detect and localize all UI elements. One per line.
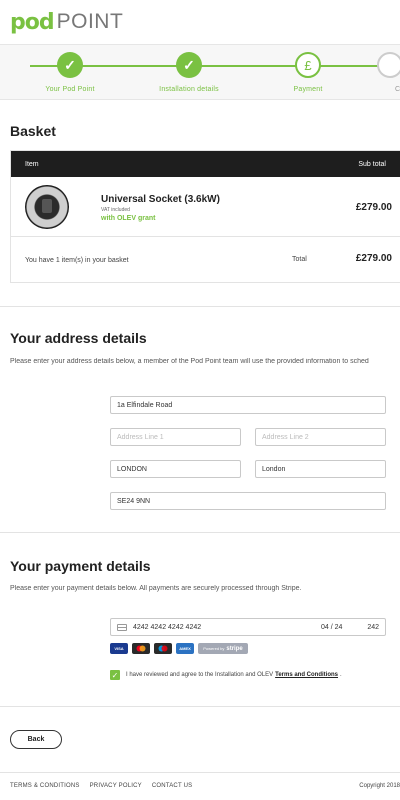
agree-text: I have reviewed and agree to the Install…: [126, 672, 274, 678]
contact-us-link[interactable]: CONTACT US: [152, 783, 192, 789]
check-icon: ✓: [57, 52, 83, 78]
powered-by-stripe-badge[interactable]: Powered by stripe: [198, 643, 248, 654]
address-line2-field[interactable]: Address Line 2: [255, 428, 386, 446]
card-cvc[interactable]: 242: [361, 624, 379, 631]
product-image: [25, 185, 69, 229]
payment-title: Your payment details: [10, 558, 151, 574]
address-line1-field[interactable]: Address Line 1: [110, 428, 241, 446]
step-your-pod-point[interactable]: ✓ Your Pod Point: [10, 52, 130, 93]
address-title: Your address details: [10, 330, 147, 346]
basket-summary: You have 1 item(s) in your basket: [25, 257, 129, 264]
step-installation-details[interactable]: ✓ Installation details: [129, 52, 249, 93]
logo-point-text: POINT: [56, 10, 124, 33]
card-number[interactable]: 4242 4242 4242 4242: [133, 624, 321, 631]
col-item: Item: [25, 160, 39, 168]
amex-icon: AMEX: [176, 643, 194, 654]
terms-agreement: ✓ I have reviewed and agree to the Insta…: [110, 670, 342, 680]
payment-description: Please enter your payment details below.…: [10, 585, 302, 592]
checkout-steps: ✓ Your Pod Point ✓ Installation details …: [0, 44, 400, 100]
pod-point-logo[interactable]: pod POINT: [10, 10, 123, 35]
address-line1-input[interactable]: 1a Elfindale Road: [110, 396, 386, 414]
terms-conditions-link[interactable]: TERMS & CONDITIONS: [10, 783, 80, 789]
divider: [0, 706, 400, 707]
address-description: Please enter your address details below,…: [10, 358, 369, 365]
divider: [0, 306, 400, 307]
col-subtotal: Sub total: [358, 160, 386, 168]
product-name: Universal Socket (3.6kW): [101, 194, 220, 205]
check-icon: ✓: [176, 52, 202, 78]
credit-card-icon: [117, 623, 127, 631]
step-label: Your Pod Point: [45, 86, 95, 93]
footer-links: TERMS & CONDITIONS PRIVACY POLICY CONTAC…: [10, 783, 192, 789]
basket-table: Item Sub total Universal Socket (3.6kW) …: [10, 150, 400, 283]
agree-end: .: [340, 672, 342, 678]
divider: [0, 532, 400, 533]
card-expiry[interactable]: 04 / 24: [321, 624, 361, 631]
payment-badges: VISA AMEX Powered by stripe: [110, 643, 248, 654]
mastercard-icon: [132, 643, 150, 654]
total-label: Total: [292, 256, 307, 263]
step-label: Payment: [293, 86, 323, 93]
stripe-word: stripe: [226, 645, 243, 652]
logo-pod-text: pod: [10, 9, 55, 35]
product-grant: with OLEV grant: [101, 215, 156, 222]
basket-item-row: Universal Socket (3.6kW) VAT included wi…: [11, 177, 400, 237]
basket-header: Item Sub total: [11, 151, 400, 177]
town-input[interactable]: LONDON: [110, 460, 241, 478]
back-button[interactable]: Back: [10, 730, 62, 749]
copyright: Copyright 2018: [359, 783, 400, 789]
step-next-circle[interactable]: [377, 52, 400, 78]
basket-footer: You have 1 item(s) in your basket Total …: [11, 237, 400, 282]
privacy-policy-link[interactable]: PRIVACY POLICY: [90, 783, 142, 789]
stripe-prefix: Powered by: [203, 646, 225, 651]
maestro-icon: [154, 643, 172, 654]
step-next-label: C: [394, 86, 400, 93]
product-vat: VAT included: [101, 207, 130, 213]
pound-icon: £: [295, 52, 321, 78]
card-input[interactable]: 4242 4242 4242 4242 04 / 24 242: [110, 618, 386, 636]
county-input[interactable]: London: [255, 460, 386, 478]
footer: TERMS & CONDITIONS PRIVACY POLICY CONTAC…: [0, 772, 400, 800]
basket-title: Basket: [10, 123, 56, 139]
terms-checkbox[interactable]: ✓: [110, 670, 120, 680]
total-price: £279.00: [355, 253, 392, 264]
terms-link[interactable]: Terms and Conditions: [275, 672, 338, 678]
step-payment[interactable]: £ Payment: [248, 52, 368, 93]
visa-icon: VISA: [110, 643, 128, 654]
product-price: £279.00: [355, 202, 392, 213]
header: pod POINT: [0, 0, 400, 44]
step-label: Installation details: [159, 86, 219, 93]
postcode-input[interactable]: SE24 9NN: [110, 492, 386, 510]
